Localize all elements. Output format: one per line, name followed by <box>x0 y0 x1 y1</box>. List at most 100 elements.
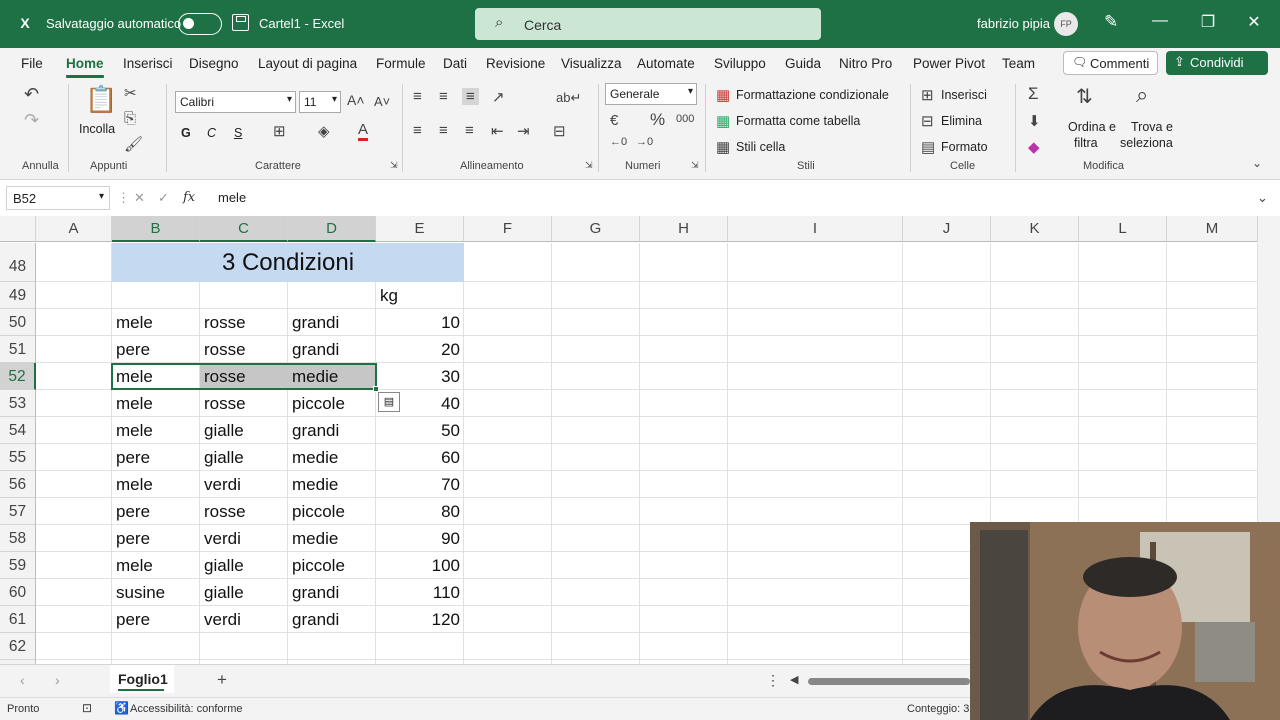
column-header-d[interactable]: D <box>288 216 376 242</box>
align-right-icon[interactable]: ≡ <box>465 122 474 139</box>
number-format-select[interactable]: Generale ▾ <box>605 83 697 105</box>
tab-formule[interactable]: Formule <box>376 56 426 71</box>
cell-size[interactable]: grandi <box>288 418 376 444</box>
cell-size[interactable]: piccole <box>288 391 376 417</box>
tab-guida[interactable]: Guida <box>785 56 821 71</box>
cell-kg[interactable]: 120 <box>376 607 464 633</box>
cell-color[interactable]: verdi <box>200 526 288 552</box>
italic-button[interactable]: C <box>207 126 216 140</box>
column-header-e[interactable]: E <box>376 216 464 242</box>
hscroll-left-icon[interactable]: ◀ <box>790 673 798 686</box>
cell-fruit[interactable]: pere <box>112 499 200 525</box>
dialog-launcher-icon[interactable]: ⇲ <box>390 160 398 171</box>
formula-input[interactable]: mele <box>218 190 246 205</box>
copy-icon[interactable]: ⎘ <box>124 110 136 127</box>
accessibility-status[interactable]: Accessibilità: conforme <box>130 703 243 715</box>
currency-icon[interactable]: € <box>610 112 618 129</box>
row-header-60[interactable]: 60 <box>0 579 36 606</box>
column-header-j[interactable]: J <box>903 216 991 242</box>
avatar[interactable]: FP <box>1054 12 1078 36</box>
cell-kg[interactable]: 60 <box>376 445 464 471</box>
cancel-icon[interactable]: ✕ <box>134 190 145 206</box>
dialog-launcher-icon[interactable]: ⇲ <box>585 160 593 171</box>
tab-layout[interactable]: Layout di pagina <box>258 56 357 71</box>
row-header-58[interactable]: 58 <box>0 525 36 552</box>
scroll-left-icon[interactable]: ‹ <box>20 672 25 688</box>
row-header-51[interactable]: 51 <box>0 336 36 363</box>
cell-size[interactable]: piccole <box>288 499 376 525</box>
cell-size[interactable]: medie <box>288 445 376 471</box>
row-header-55[interactable]: 55 <box>0 444 36 471</box>
tab-file[interactable]: File <box>21 56 43 71</box>
borders-icon[interactable]: ⊞ <box>273 122 286 140</box>
cell-kg[interactable]: 110 <box>376 580 464 606</box>
cell-kg[interactable]: 90 <box>376 526 464 552</box>
cell-kg[interactable]: 70 <box>376 472 464 498</box>
cell-color[interactable]: rosse <box>200 499 288 525</box>
align-left-icon[interactable]: ≡ <box>413 122 422 139</box>
cell-kg[interactable]: 10 <box>376 310 464 336</box>
tab-visualizza[interactable]: Visualizza <box>561 56 622 71</box>
undo-icon[interactable]: ↶ <box>24 84 39 105</box>
scroll-right-icon[interactable]: › <box>55 672 60 688</box>
horizontal-scrollbar[interactable] <box>808 678 970 685</box>
row-header-54[interactable]: 54 <box>0 417 36 444</box>
add-sheet-icon[interactable]: + <box>217 670 227 690</box>
column-header-k[interactable]: K <box>991 216 1079 242</box>
row-header-52[interactable]: 52 <box>0 363 36 390</box>
column-header-b[interactable]: B <box>112 216 200 242</box>
increase-indent-icon[interactable]: ⇥ <box>517 122 530 140</box>
cell-size[interactable]: grandi <box>288 310 376 336</box>
cell-color[interactable]: gialle <box>200 445 288 471</box>
autosum-icon[interactable]: Σ <box>1028 84 1039 104</box>
decrease-font-icon[interactable]: A˅ <box>374 94 390 109</box>
enter-icon[interactable]: ✓ <box>158 190 169 206</box>
find-select-label-2[interactable]: seleziona <box>1120 136 1173 150</box>
row-header-56[interactable]: 56 <box>0 471 36 498</box>
align-bottom-icon[interactable]: ≡ <box>462 88 479 105</box>
cell-color[interactable]: gialle <box>200 418 288 444</box>
sort-filter-icon[interactable]: ⇅ <box>1076 84 1093 109</box>
comma-style-icon[interactable]: 000 <box>676 113 694 125</box>
tab-nitro[interactable]: Nitro Pro <box>839 56 892 71</box>
column-header-m[interactable]: M <box>1167 216 1258 242</box>
cell-color[interactable]: gialle <box>200 580 288 606</box>
cell-fruit[interactable]: mele <box>112 391 200 417</box>
cell-color[interactable]: verdi <box>200 472 288 498</box>
close-icon[interactable]: ✕ <box>1244 12 1264 32</box>
sort-filter-label-2[interactable]: filtra <box>1074 136 1098 150</box>
fill-icon[interactable]: ⬇ <box>1028 112 1041 130</box>
font-name-select[interactable]: Calibri ▾ <box>175 91 296 113</box>
cell-kg[interactable]: 50 <box>376 418 464 444</box>
function-icon[interactable]: fx <box>183 190 195 205</box>
quick-analysis-icon[interactable]: ▤ <box>378 392 400 412</box>
restore-icon[interactable]: ❐ <box>1198 12 1218 32</box>
cell-size[interactable]: grandi <box>288 580 376 606</box>
row-header-59[interactable]: 59 <box>0 552 36 579</box>
bold-button[interactable]: G <box>181 126 191 140</box>
format-painter-icon[interactable]: 🖌 <box>124 135 143 153</box>
column-header-c[interactable]: C <box>200 216 288 242</box>
conditional-format-button[interactable]: Formattazione condizionale <box>736 88 889 102</box>
align-top-icon[interactable]: ≡ <box>413 88 422 105</box>
cell-fruit[interactable]: susine <box>112 580 200 606</box>
cell-fruit[interactable]: pere <box>112 445 200 471</box>
column-header-g[interactable]: G <box>552 216 640 242</box>
cell-kg[interactable]: 30 <box>376 364 464 390</box>
dialog-launcher-icon[interactable]: ⇲ <box>691 160 699 171</box>
cell-color[interactable]: rosse <box>200 310 288 336</box>
row-header-57[interactable]: 57 <box>0 498 36 525</box>
find-select-icon[interactable]: ⌕ <box>1136 82 1148 108</box>
tab-inserisci[interactable]: Inserisci <box>123 56 173 71</box>
font-color-icon[interactable]: A <box>358 122 369 141</box>
cut-icon[interactable]: ✂ <box>124 84 137 102</box>
column-header-f[interactable]: F <box>464 216 552 242</box>
tab-disegno[interactable]: Disegno <box>189 56 239 71</box>
increase-font-icon[interactable]: A˄ <box>347 92 365 108</box>
cell-fruit[interactable]: pere <box>112 337 200 363</box>
cell-kg[interactable]: 80 <box>376 499 464 525</box>
share-button[interactable]: ⇪ Condividi <box>1166 51 1268 75</box>
decrease-indent-icon[interactable]: ⇤ <box>491 122 504 140</box>
cell-styles-button[interactable]: Stili cella <box>736 140 785 154</box>
redo-icon[interactable]: ↷ <box>24 110 39 131</box>
